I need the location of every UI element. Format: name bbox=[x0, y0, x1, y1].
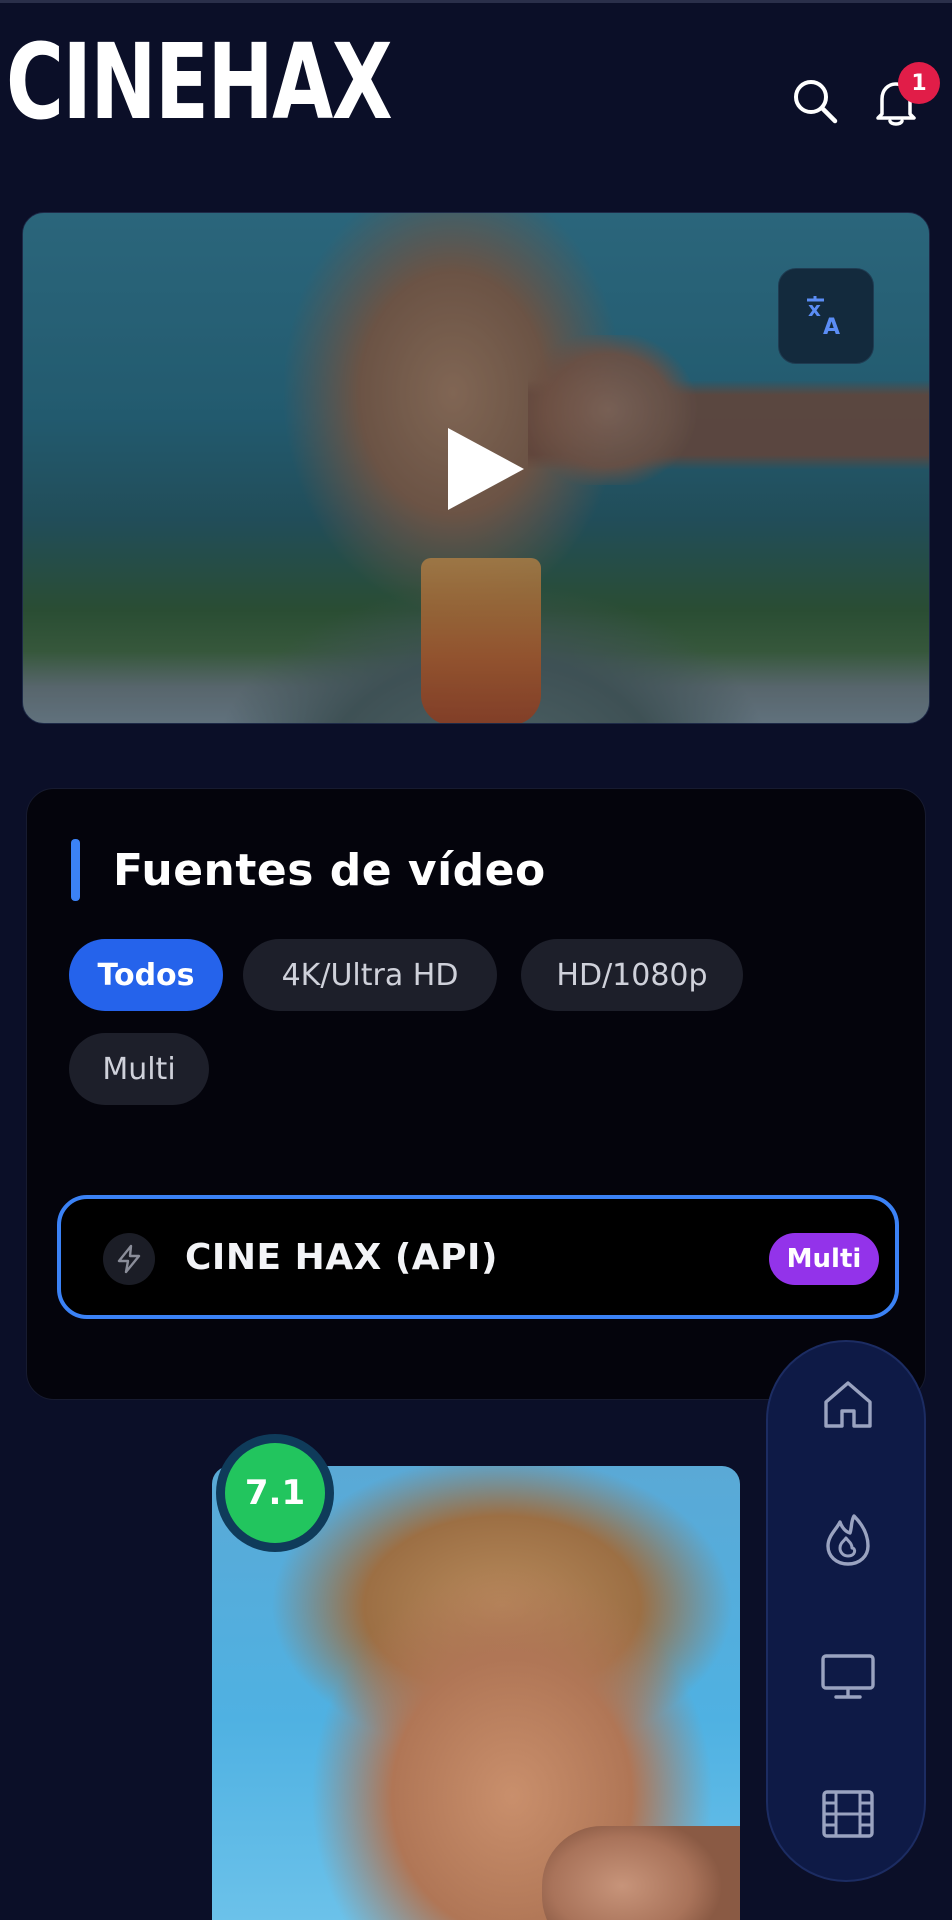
source-type-indicator bbox=[103, 1233, 155, 1285]
rating-badge: 7.1 bbox=[216, 1434, 334, 1552]
play-icon[interactable] bbox=[440, 424, 530, 514]
nav-item-tv[interactable] bbox=[818, 1646, 878, 1706]
source-name: CINE HAX (API) bbox=[185, 1237, 498, 1278]
app-logo[interactable]: CINEHAX bbox=[6, 30, 393, 134]
rating-value: 7.1 bbox=[225, 1443, 325, 1543]
fire-icon bbox=[826, 1514, 870, 1566]
translate-icon: x A bbox=[807, 296, 840, 338]
home-icon bbox=[824, 1381, 872, 1428]
status-divider bbox=[0, 0, 952, 3]
source-badge: Multi bbox=[769, 1233, 879, 1285]
filter-chip-4k[interactable]: 4K/Ultra HD bbox=[243, 939, 497, 1011]
filter-chip-hd[interactable]: HD/1080p bbox=[521, 939, 743, 1011]
source-item[interactable]: CINE HAX (API) Multi bbox=[57, 1195, 899, 1319]
subtitles-button[interactable]: x A bbox=[778, 268, 874, 364]
nav-item-trending[interactable] bbox=[818, 1510, 878, 1570]
filter-chip-multi[interactable]: Multi bbox=[69, 1033, 209, 1105]
video-sources-panel: Fuentes de vídeo Todos 4K/Ultra HD HD/10… bbox=[26, 788, 926, 1400]
floating-nav bbox=[766, 1340, 926, 1882]
search-icon bbox=[794, 80, 838, 124]
nav-item-movies[interactable] bbox=[818, 1784, 878, 1844]
section-accent-bar bbox=[71, 839, 80, 901]
tv-icon bbox=[821, 1654, 875, 1699]
poster-image-fist bbox=[542, 1826, 740, 1920]
bolt-icon bbox=[117, 1244, 141, 1274]
notification-badge: 1 bbox=[898, 62, 940, 104]
svg-text:A: A bbox=[823, 315, 840, 338]
nav-item-home[interactable] bbox=[818, 1374, 878, 1434]
search-button[interactable] bbox=[790, 76, 840, 126]
section-title: Fuentes de vídeo bbox=[113, 845, 546, 896]
film-icon bbox=[822, 1790, 874, 1838]
filter-chip-todos[interactable]: Todos bbox=[69, 939, 223, 1011]
